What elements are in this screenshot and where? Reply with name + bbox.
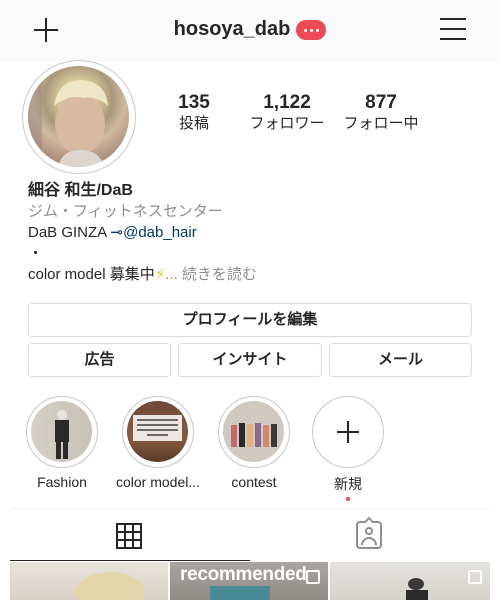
highlight-label: Fashion	[37, 474, 87, 490]
highlight-label: color model...	[116, 474, 201, 490]
new-indicator-dot	[346, 497, 350, 501]
bio-line-3-text: color model 募集中	[28, 266, 155, 283]
lightning-icon: ⚡	[154, 266, 166, 283]
avatar-photo	[28, 66, 129, 167]
highlight-image	[31, 401, 92, 462]
multiple-photos-icon	[468, 570, 482, 584]
hamburger-menu-icon[interactable]	[440, 17, 466, 41]
highlight-image	[223, 401, 284, 462]
insights-button[interactable]: インサイト	[178, 343, 322, 377]
tagged-person-icon	[356, 516, 382, 549]
tab-grid[interactable]	[10, 509, 250, 561]
add-highlight-plus-icon	[337, 421, 359, 443]
tab-tagged[interactable]	[250, 509, 490, 561]
edit-profile-button[interactable]: プロフィールを編集	[28, 303, 472, 337]
profile-avatar[interactable]	[22, 60, 136, 174]
multiple-photos-icon	[306, 570, 320, 584]
highlight-label: 新規	[334, 476, 362, 492]
post-thumbnail[interactable]	[10, 562, 168, 600]
posts-count-stat[interactable]: 135 投稿	[164, 92, 224, 134]
followers-count: 1,122	[263, 92, 311, 113]
post-thumbnail[interactable]	[330, 562, 490, 600]
username-title[interactable]: hosoya_dab	[174, 18, 291, 41]
top-bar: hosoya_dab	[0, 0, 500, 62]
posts-count: 135	[178, 92, 210, 113]
profile-name: 細谷 和生/DaB	[28, 182, 133, 199]
new-highlight-circle	[312, 396, 384, 468]
highlight-fashion[interactable]: Fashion	[24, 396, 100, 490]
highlight-cover	[218, 396, 290, 468]
grid-icon	[116, 523, 142, 549]
highlight-color-model[interactable]: color model...	[116, 396, 200, 490]
highlight-contest[interactable]: contest	[216, 396, 292, 490]
bio-line-3: color model 募集中⚡... 続きを読む	[28, 264, 478, 285]
bio-mention-link[interactable]: @dab_hair	[123, 224, 197, 241]
header-title: hosoya_dab	[0, 18, 500, 41]
notification-dots-icon[interactable]	[296, 19, 327, 40]
highlight-cover	[26, 396, 98, 468]
highlight-cover	[122, 396, 194, 468]
post-thumbnail[interactable]: recommended	[170, 562, 328, 600]
ads-button[interactable]: 広告	[28, 343, 171, 377]
highlight-label: contest	[231, 474, 277, 490]
posts-label: 投稿	[178, 115, 209, 132]
post-overlay-text: recommended	[180, 564, 307, 585]
bio-line-2: ・	[28, 245, 44, 262]
email-button[interactable]: メール	[329, 343, 472, 377]
bio-line-1: DaB GINZA ⊸@dab_hair	[28, 222, 478, 243]
followers-stat[interactable]: 1,122 フォロワー	[244, 92, 330, 134]
highlight-image	[127, 401, 188, 462]
profile-bio: 細谷 和生/DaB ジム・フィットネスセンター DaB GINZA ⊸@dab_…	[28, 180, 478, 285]
highlight-new[interactable]: 新規	[310, 396, 386, 501]
following-count: 877	[365, 92, 397, 113]
followers-label: フォロワー	[249, 115, 325, 132]
following-stat[interactable]: 877 フォロー中	[338, 92, 424, 134]
read-more-link[interactable]: ... 続きを読む	[165, 266, 257, 283]
bio-line-1-text: DaB GINZA	[28, 224, 111, 241]
profile-tabs	[10, 508, 490, 561]
following-label: フォロー中	[343, 115, 419, 132]
profile-category[interactable]: ジム・フィットネスセンター	[28, 201, 478, 222]
arrow-icon: ⊸	[110, 224, 124, 241]
